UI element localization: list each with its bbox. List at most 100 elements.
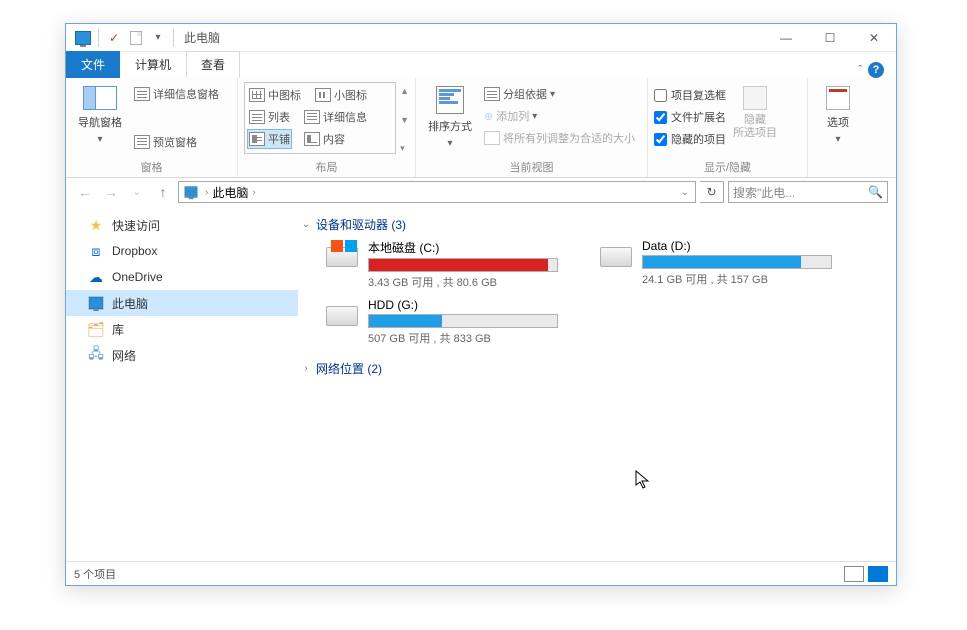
ribbon-group-label: 布局	[244, 158, 409, 177]
drive-icon	[324, 239, 360, 275]
drive-name: Data (D:)	[642, 239, 848, 253]
qat-dropdown-icon[interactable]: ▾	[147, 27, 169, 49]
layout-details[interactable]: 详细信息	[302, 107, 369, 127]
ribbon: 导航窗格 ▾ 详细信息窗格 预览窗格 窗格	[66, 78, 896, 178]
hide-icon	[743, 86, 767, 110]
drive-stat: 507 GB 可用 , 共 833 GB	[368, 330, 574, 346]
sort-by-button[interactable]: 排序方式 ▾	[422, 82, 478, 149]
details-info-pane-button[interactable]: 详细信息窗格	[132, 84, 221, 104]
drive-name: 本地磁盘 (C:)	[368, 239, 574, 256]
back-button[interactable]: ←	[74, 181, 96, 203]
gallery-down-icon[interactable]: ▼	[400, 115, 409, 125]
options-button[interactable]: 选项 ▾	[814, 82, 862, 145]
sidebar-item-1[interactable]: ⧈Dropbox	[66, 238, 298, 264]
drive-name: HDD (G:)	[368, 298, 574, 312]
lib-icon: 🗂	[88, 321, 104, 337]
layout-medium-icons[interactable]: 中图标	[247, 85, 303, 105]
ribbon-group-layout: 中图标 小图标 列表 详细信息 平铺 内容 ▲ ▼ ▾	[238, 78, 416, 177]
net-icon: 🖧	[88, 347, 104, 363]
properties-icon[interactable]: ✓	[103, 27, 125, 49]
grid-icon	[249, 88, 265, 102]
ribbon-group-currentview: 排序方式 ▾ 分组依据▾ ⊕添加列▾ 将所有列调整为合适的大小 当前视图	[416, 78, 648, 177]
collapse-icon: ›	[300, 363, 312, 374]
checkbox-file-ext[interactable]: 文件扩展名	[654, 108, 726, 126]
tab-file[interactable]: 文件	[66, 51, 120, 78]
drive-item-2[interactable]: HDD (G:) 507 GB 可用 , 共 833 GB	[324, 298, 574, 346]
tab-view[interactable]: 查看	[186, 51, 240, 78]
divider	[98, 29, 99, 47]
tiles-icon	[249, 132, 265, 146]
add-columns-button: ⊕添加列▾	[482, 106, 637, 126]
address-dropdown-icon[interactable]: ⌄	[681, 187, 693, 198]
pc-icon	[72, 27, 94, 49]
small-icon	[315, 88, 331, 102]
pc-icon	[88, 295, 104, 311]
sidebar-item-5[interactable]: 🖧 网络	[66, 342, 298, 368]
search-input[interactable]: 搜索"此电... 🔍	[728, 181, 888, 203]
view-details-icon[interactable]	[844, 566, 864, 582]
checkbox-item-checkboxes[interactable]: 项目复选框	[654, 86, 726, 104]
breadcrumb-location[interactable]: 此电脑	[212, 184, 248, 201]
section-network[interactable]: › 网络位置 (2)	[298, 356, 896, 383]
window-controls: — ☐ ✕	[764, 24, 896, 52]
layout-list[interactable]: 列表	[247, 107, 292, 127]
group-by-button[interactable]: 分组依据▾	[482, 84, 637, 104]
window-title: 此电脑	[184, 29, 220, 46]
nav-sidebar: ★ 快速访问 ⧈Dropbox☁OneDrive此电脑🗂库 🖧 网络	[66, 206, 298, 561]
up-button[interactable]: ↑	[152, 181, 174, 203]
hide-selected-button: 隐藏 所选项目	[730, 82, 780, 140]
help-icon[interactable]: ?	[868, 62, 884, 78]
layout-gallery[interactable]: 中图标 小图标 列表 详细信息 平铺 内容	[244, 82, 396, 154]
onedrive-icon: ☁	[88, 269, 104, 285]
close-button[interactable]: ✕	[852, 24, 896, 52]
sidebar-item-3[interactable]: 此电脑	[66, 290, 298, 316]
drive-usage-bar	[368, 314, 558, 328]
tab-computer[interactable]: 计算机	[120, 51, 186, 78]
ribbon-group-showhide: 项目复选框 文件扩展名 隐藏的项目 隐藏 所选项目 显示/隐藏	[648, 78, 808, 177]
search-icon: 🔍	[868, 185, 883, 199]
history-dropdown[interactable]: ⌄	[126, 181, 148, 203]
refresh-button[interactable]: ↻	[700, 181, 724, 203]
ribbon-group-label: 当前视图	[422, 158, 641, 177]
minimize-button[interactable]: —	[764, 24, 808, 52]
drive-stat: 3.43 GB 可用 , 共 80.6 GB	[368, 274, 574, 290]
checkbox-hidden-items[interactable]: 隐藏的项目	[654, 130, 726, 148]
layout-content[interactable]: 内容	[302, 129, 347, 149]
gallery-more-icon[interactable]: ▾	[400, 143, 409, 154]
forward-button[interactable]: →	[100, 181, 122, 203]
section-devices[interactable]: ⌄ 设备和驱动器 (3)	[298, 212, 896, 239]
layout-tiles[interactable]: 平铺	[247, 129, 292, 149]
address-bar-row: ← → ⌄ ↑ › 此电脑 › ⌄ ↻ 搜索"此电... 🔍	[66, 178, 896, 206]
breadcrumb-separator-icon[interactable]: ›	[250, 187, 257, 198]
sidebar-item-4[interactable]: 🗂库	[66, 316, 298, 342]
sort-icon	[436, 86, 464, 114]
sidebar-item-label: 快速访问	[112, 217, 160, 234]
view-tiles-icon[interactable]	[868, 566, 888, 582]
breadcrumb-separator-icon[interactable]: ›	[203, 187, 210, 198]
drive-item-0[interactable]: 本地磁盘 (C:) 3.43 GB 可用 , 共 80.6 GB	[324, 239, 574, 290]
sidebar-item-label: 网络	[112, 347, 136, 364]
new-folder-icon[interactable]	[125, 27, 147, 49]
address-bar[interactable]: › 此电脑 › ⌄	[178, 181, 696, 203]
maximize-button[interactable]: ☐	[808, 24, 852, 52]
nav-pane-label: 导航窗格	[78, 114, 122, 130]
autosize-columns-button: 将所有列调整为合适的大小	[482, 128, 637, 148]
ribbon-group-panes: 导航窗格 ▾ 详细信息窗格 预览窗格 窗格	[66, 78, 238, 177]
drive-item-1[interactable]: Data (D:)24.1 GB 可用 , 共 157 GB	[598, 239, 848, 290]
sidebar-item-2[interactable]: ☁OneDrive	[66, 264, 298, 290]
nav-pane-button[interactable]: 导航窗格 ▾	[72, 82, 128, 145]
section-network-label: 网络位置 (2)	[316, 360, 382, 377]
gallery-up-icon[interactable]: ▲	[400, 86, 409, 96]
star-icon: ★	[88, 217, 104, 233]
ribbon-collapse-icon[interactable]: ˆ	[858, 64, 862, 76]
sidebar-item-0[interactable]: ★ 快速访问	[66, 212, 298, 238]
explorer-window: ✓ ▾ 此电脑 — ☐ ✕ 文件 计算机 查看 ˆ ? 导航窗格 ▾	[65, 23, 897, 586]
layout-small-icons[interactable]: 小图标	[313, 85, 369, 105]
preview-pane-icon	[134, 135, 150, 149]
chevron-down-icon: ▾	[97, 134, 102, 145]
autosize-icon	[484, 131, 500, 145]
preview-pane-button[interactable]: 预览窗格	[132, 132, 221, 152]
section-devices-label: 设备和驱动器 (3)	[316, 216, 406, 233]
divider	[173, 29, 174, 47]
expand-icon: ⌄	[300, 219, 312, 230]
